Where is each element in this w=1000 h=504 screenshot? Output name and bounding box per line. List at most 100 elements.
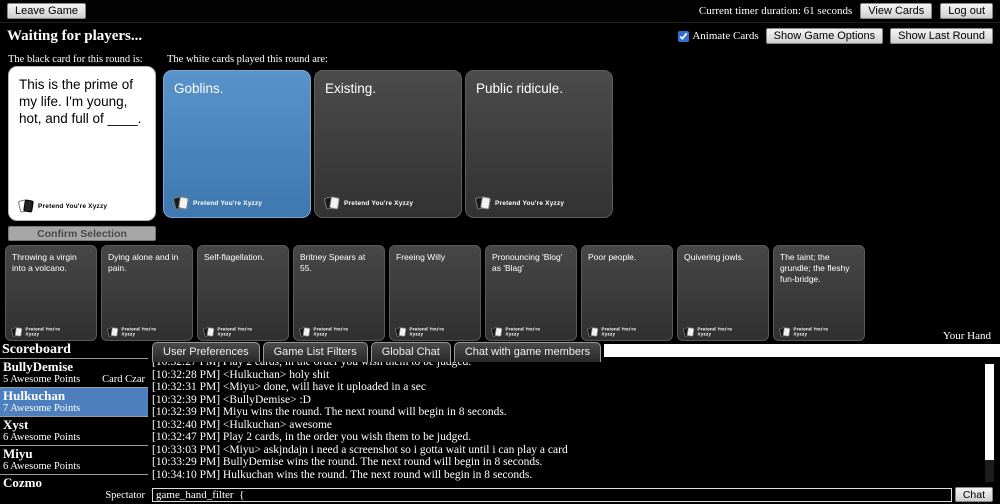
player-name: BullyDemise (3, 359, 74, 374)
card-branding: Pretend You're Xyzzy (778, 326, 840, 337)
chat-message: [10:32:40 PM] <Hulkuchan> awesome (152, 418, 333, 431)
chat-message: [10:32:28 PM] <Hulkuchan> holy shit (152, 368, 330, 381)
card-brand-text: Pretend You're Xyzzy (505, 326, 541, 337)
hand-card[interactable]: Poor people. Pretend You're Xyzzy (581, 245, 673, 341)
player-detail-line: Spectator (3, 490, 145, 502)
card-brand-text: Pretend You're Xyzzy (793, 326, 829, 337)
view-cards-button[interactable]: View Cards (860, 3, 933, 19)
card-brand-text: Pretend You're Xyzzy (193, 199, 263, 207)
game-status-message: Waiting for players... (7, 27, 143, 44)
card-branding: Pretend You're Xyzzy (172, 196, 263, 210)
top-bar: Leave Game Current timer duration: 61 se… (0, 0, 1000, 23)
played-card[interactable]: Public ridicule. Pretend You're Xyzzy (465, 70, 613, 218)
hand-card[interactable]: Dying alone and in pain. Pretend You're … (101, 245, 193, 341)
chat-tab[interactable]: Chat with game members (453, 342, 602, 362)
chat-tab[interactable]: Global Chat (370, 342, 451, 362)
card-logo-icon (586, 326, 599, 337)
card-branding: Pretend You're Xyzzy (323, 196, 413, 210)
hand-card-text: Pronouncing 'Blog' as 'Blag' (492, 252, 563, 274)
chat-message: [10:32:47 PM] Play 2 cards, in the order… (152, 431, 472, 443)
card-brand-text: Pretend You're Xyzzy (601, 326, 637, 337)
scoreboard: Scoreboard BullyDemise 5 Awesome Points … (0, 342, 148, 504)
scoreboard-player-row: Hulkuchan 7 Awesome Points (0, 387, 148, 416)
player-name: Cozmo (3, 475, 42, 490)
played-card-text: Goblins. (174, 81, 224, 96)
card-logo-icon (394, 326, 407, 337)
show-last-round-button[interactable]: Show Last Round (890, 28, 993, 44)
hand-card-text: Freeing Willy (396, 252, 446, 262)
chat-tab[interactable]: Game List Filters (262, 342, 368, 362)
hand-card[interactable]: Freeing Willy Pretend You're Xyzzy (389, 245, 481, 341)
hand-card-text: Dying alone and in pain. (108, 252, 179, 274)
card-branding: Pretend You're Xyzzy (298, 326, 360, 337)
card-branding: Pretend You're Xyzzy (682, 326, 744, 337)
player-points: 6 Awesome Points (3, 432, 81, 443)
show-game-options-button[interactable]: Show Game Options (765, 28, 884, 44)
scoreboard-title: Scoreboard (2, 342, 71, 357)
player-detail-line: 6 Awesome Points (3, 432, 145, 444)
card-branding: Pretend You're Xyzzy (106, 326, 168, 337)
hand-card[interactable]: The taint; the grundle; the fleshy fun-b… (773, 245, 865, 341)
white-cards-label: The white cards played this round are: (167, 54, 328, 65)
chat-log[interactable]: [10:32:27 PM] Play 2 cards, in the order… (152, 362, 1000, 488)
timer-duration-label: Current timer duration: 61 seconds (698, 5, 853, 17)
scoreboard-player-row: Cozmo Spectator (0, 474, 148, 503)
card-brand-text: Pretend You're Xyzzy (697, 326, 733, 337)
chat-message: [10:33:03 PM] <Miyu> askjndajn i need a … (152, 443, 568, 456)
card-logo-icon (778, 326, 791, 337)
chat-messages: [10:32:27 PM] Play 2 cards, in the order… (152, 362, 1000, 481)
chat-message: [10:33:29 PM] BullyDemise wins the round… (152, 456, 543, 468)
player-detail-line: 5 Awesome Points Card Czar (3, 374, 145, 386)
hand-card-text: Throwing a virgin into a volcano. (12, 252, 77, 274)
log-out-button[interactable]: Log out (940, 3, 993, 19)
played-card[interactable]: Existing. Pretend You're Xyzzy (314, 70, 462, 218)
card-logo-icon (10, 326, 23, 337)
card-brand-text: Pretend You're Xyzzy (495, 199, 565, 207)
card-logo-icon (17, 199, 34, 213)
hand-card[interactable]: Quivering jowls. Pretend You're Xyzzy (677, 245, 769, 341)
player-name: Xyst (3, 417, 29, 432)
card-logo-icon (202, 326, 215, 337)
black-card-text: This is the prime of my life. I'm young,… (19, 77, 142, 126)
hand-card[interactable]: Throwing a virgin into a volcano. Preten… (5, 245, 97, 341)
player-name: Hulkuchan (3, 388, 66, 403)
player-detail-line: 6 Awesome Points (3, 461, 145, 473)
chat-message: [10:32:39 PM] Miyu wins the round. The n… (152, 406, 507, 418)
chat-input[interactable] (152, 487, 952, 502)
chat-send-button[interactable]: Chat (954, 487, 993, 502)
hand-card[interactable]: Self-flagellation. Pretend You're Xyzzy (197, 245, 289, 341)
played-card-text: Public ridicule. (476, 81, 564, 96)
chat-scrollbar-thumb[interactable] (985, 364, 994, 460)
player-points: 6 Awesome Points (3, 461, 81, 472)
hand-card-text: Britney Spears at 55. (300, 252, 366, 274)
card-brand-text: Pretend You're Xyzzy (25, 326, 61, 337)
card-logo-icon (298, 326, 311, 337)
scoreboard-rows: BullyDemise 5 Awesome Points Card Czar H… (0, 358, 148, 503)
hand-cards-row: Throwing a virgin into a volcano. Preten… (5, 245, 865, 341)
pyx-game-page: { "brand": "Pretend You're Xyzzy", "topb… (0, 0, 1000, 504)
chat-tab[interactable]: User Preferences (152, 342, 260, 362)
card-logo-icon (490, 326, 503, 337)
player-role: Card Czar (102, 374, 145, 385)
animate-cards-checkbox[interactable] (678, 30, 690, 42)
card-brand-text: Pretend You're Xyzzy (313, 326, 349, 337)
player-name: Miyu (3, 446, 33, 461)
card-branding: Pretend You're Xyzzy (394, 326, 456, 337)
chat-tabs: User Preferences Game List Filters Global … (152, 342, 602, 362)
leave-game-button[interactable]: Leave Game (7, 3, 86, 19)
player-points: 5 Awesome Points (3, 374, 81, 385)
confirm-selection-button[interactable]: Confirm Selection (8, 226, 156, 241)
chat-scrollbar[interactable] (985, 364, 994, 482)
card-brand-text: Pretend You're Xyzzy (38, 202, 108, 210)
card-brand-text: Pretend You're Xyzzy (121, 326, 157, 337)
player-detail-line: 7 Awesome Points (3, 403, 145, 415)
card-brand-text: Pretend You're Xyzzy (217, 326, 253, 337)
chat-tab-bar: User Preferences Game List Filters Global … (150, 342, 1000, 362)
hand-card[interactable]: Pronouncing 'Blog' as 'Blag' Pretend You… (485, 245, 577, 341)
card-branding: Pretend You're Xyzzy (586, 326, 648, 337)
played-card[interactable]: Goblins. Pretend You're Xyzzy (163, 70, 311, 218)
hand-card[interactable]: Britney Spears at 55. Pretend You're Xyz… (293, 245, 385, 341)
chat-panel: User Preferences Game List Filters Global … (150, 342, 1000, 504)
animate-cards-option[interactable]: Animate Cards (678, 30, 759, 42)
chat-message: [10:34:10 PM] Hulkuchan wins the round. … (152, 468, 533, 481)
